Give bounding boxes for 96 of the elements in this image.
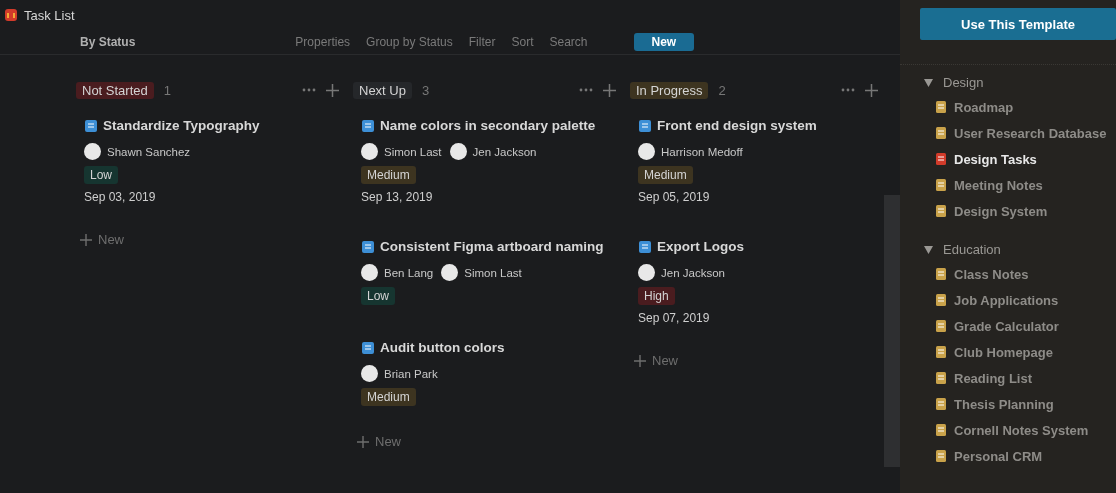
- card-title[interactable]: Name colors in secondary palette: [380, 115, 596, 137]
- sidebar-item[interactable]: Job Applications: [920, 287, 1116, 313]
- toolbar-action[interactable]: Sort: [511, 35, 534, 49]
- plus-icon: [634, 354, 646, 367]
- plus-icon[interactable]: [326, 83, 339, 97]
- card-count: 1: [163, 82, 172, 98]
- due-date: Sep 07, 2019: [638, 311, 711, 325]
- page-icon: [934, 397, 948, 411]
- page-icon: [361, 240, 375, 254]
- new-card-button[interactable]: New: [353, 424, 405, 459]
- page-icon: [934, 345, 948, 359]
- use-template-button[interactable]: Use This Template: [920, 8, 1116, 40]
- person-name: Ben Lang: [384, 266, 434, 279]
- toolbar-action[interactable]: Search: [549, 35, 588, 49]
- card-count: 3: [421, 82, 431, 98]
- page-icon: [934, 178, 948, 192]
- sidebar-item[interactable]: Reading List: [920, 365, 1116, 391]
- page-icon: [934, 293, 948, 307]
- page-icon: [934, 126, 948, 140]
- page-icon: [934, 423, 948, 437]
- avatar: [361, 143, 378, 160]
- card-title[interactable]: Audit button colors: [380, 337, 505, 359]
- sidebar-item[interactable]: Class Notes: [920, 261, 1116, 287]
- avatar: [361, 365, 378, 382]
- card-title[interactable]: Consistent Figma artboard naming: [380, 236, 604, 258]
- page-icon: [638, 119, 652, 133]
- more-icon[interactable]: [841, 88, 855, 92]
- priority-tag: Low: [84, 166, 118, 184]
- priority-tag: Low: [361, 287, 395, 305]
- sidebar-item[interactable]: Meeting Notes: [920, 172, 1116, 198]
- person-name: Jen Jackson: [472, 145, 537, 158]
- page-icon: [934, 204, 948, 218]
- person-name: Brian Park: [384, 367, 438, 380]
- window-title: Task List: [24, 7, 75, 23]
- toolbar-action[interactable]: Properties: [295, 35, 351, 49]
- avatar: [84, 143, 101, 160]
- sidebar-item[interactable]: Personal CRM: [920, 443, 1116, 469]
- priority-tag: High: [638, 287, 675, 305]
- triangle-icon: [924, 245, 933, 254]
- new-card-button[interactable]: New: [630, 343, 682, 378]
- sidebar-item[interactable]: Design System: [920, 198, 1116, 224]
- person-name: Shawn Sanchez: [107, 145, 191, 158]
- view-selector[interactable]: By Status: [80, 35, 136, 49]
- sidebar-item[interactable]: Design Tasks: [920, 146, 1116, 172]
- card-title[interactable]: Export Logos: [657, 236, 744, 258]
- status-tag: In Progress: [630, 81, 709, 99]
- person-name: Simon Last: [384, 145, 442, 158]
- page-icon: [934, 100, 948, 114]
- plus-icon[interactable]: [603, 83, 616, 97]
- page-icon: [84, 119, 98, 133]
- card-title[interactable]: Standardize Typography: [103, 115, 260, 137]
- more-icon[interactable]: [302, 88, 316, 92]
- avatar: [361, 264, 378, 281]
- avatar: [638, 264, 655, 281]
- page-icon: [934, 152, 948, 166]
- due-date: Sep 13, 2019: [361, 190, 434, 204]
- toolbar-action[interactable]: Filter: [468, 35, 496, 49]
- page-icon: [934, 319, 948, 333]
- triangle-icon: [924, 78, 933, 87]
- section-toggle[interactable]: Design: [920, 71, 1116, 94]
- app-icon: [4, 8, 18, 22]
- avatar: [441, 264, 459, 281]
- priority-tag: Medium: [638, 166, 693, 184]
- page-icon: [361, 119, 375, 133]
- plus-icon[interactable]: [865, 83, 878, 97]
- section-toggle[interactable]: Education: [920, 238, 1116, 261]
- due-date: Sep 03, 2019: [84, 190, 157, 204]
- priority-tag: Medium: [361, 166, 416, 184]
- sidebar-item[interactable]: Roadmap: [920, 94, 1116, 120]
- avatar: [449, 143, 467, 160]
- page-icon: [934, 371, 948, 385]
- sidebar-item[interactable]: User Research Database: [920, 120, 1116, 146]
- person-name: Simon Last: [464, 266, 522, 279]
- person-name: Jen Jackson: [661, 266, 725, 279]
- sidebar-item[interactable]: Club Homepage: [920, 339, 1116, 365]
- page-icon: [934, 449, 948, 463]
- sidebar-item[interactable]: Thesis Planning: [920, 391, 1116, 417]
- new-button[interactable]: New: [633, 33, 695, 51]
- plus-icon: [357, 435, 369, 448]
- status-tag: Next Up: [353, 81, 412, 99]
- toolbar-action[interactable]: Group by Status: [366, 35, 453, 49]
- avatar: [638, 143, 655, 160]
- card-title[interactable]: Front end design system: [657, 115, 817, 137]
- page-icon: [934, 267, 948, 281]
- due-date: Sep 05, 2019: [638, 190, 711, 204]
- more-icon[interactable]: [579, 88, 593, 92]
- sidebar-item[interactable]: Cornell Notes System: [920, 417, 1116, 443]
- priority-tag: Medium: [361, 388, 416, 406]
- card-count: 2: [718, 82, 727, 98]
- new-card-button[interactable]: New: [76, 222, 128, 257]
- sidebar-item[interactable]: Grade Calculator: [920, 313, 1116, 339]
- person-name: Harrison Medoff: [661, 145, 743, 158]
- plus-icon: [80, 233, 92, 246]
- page-icon: [361, 341, 375, 355]
- page-icon: [638, 240, 652, 254]
- status-tag: Not Started: [76, 81, 154, 99]
